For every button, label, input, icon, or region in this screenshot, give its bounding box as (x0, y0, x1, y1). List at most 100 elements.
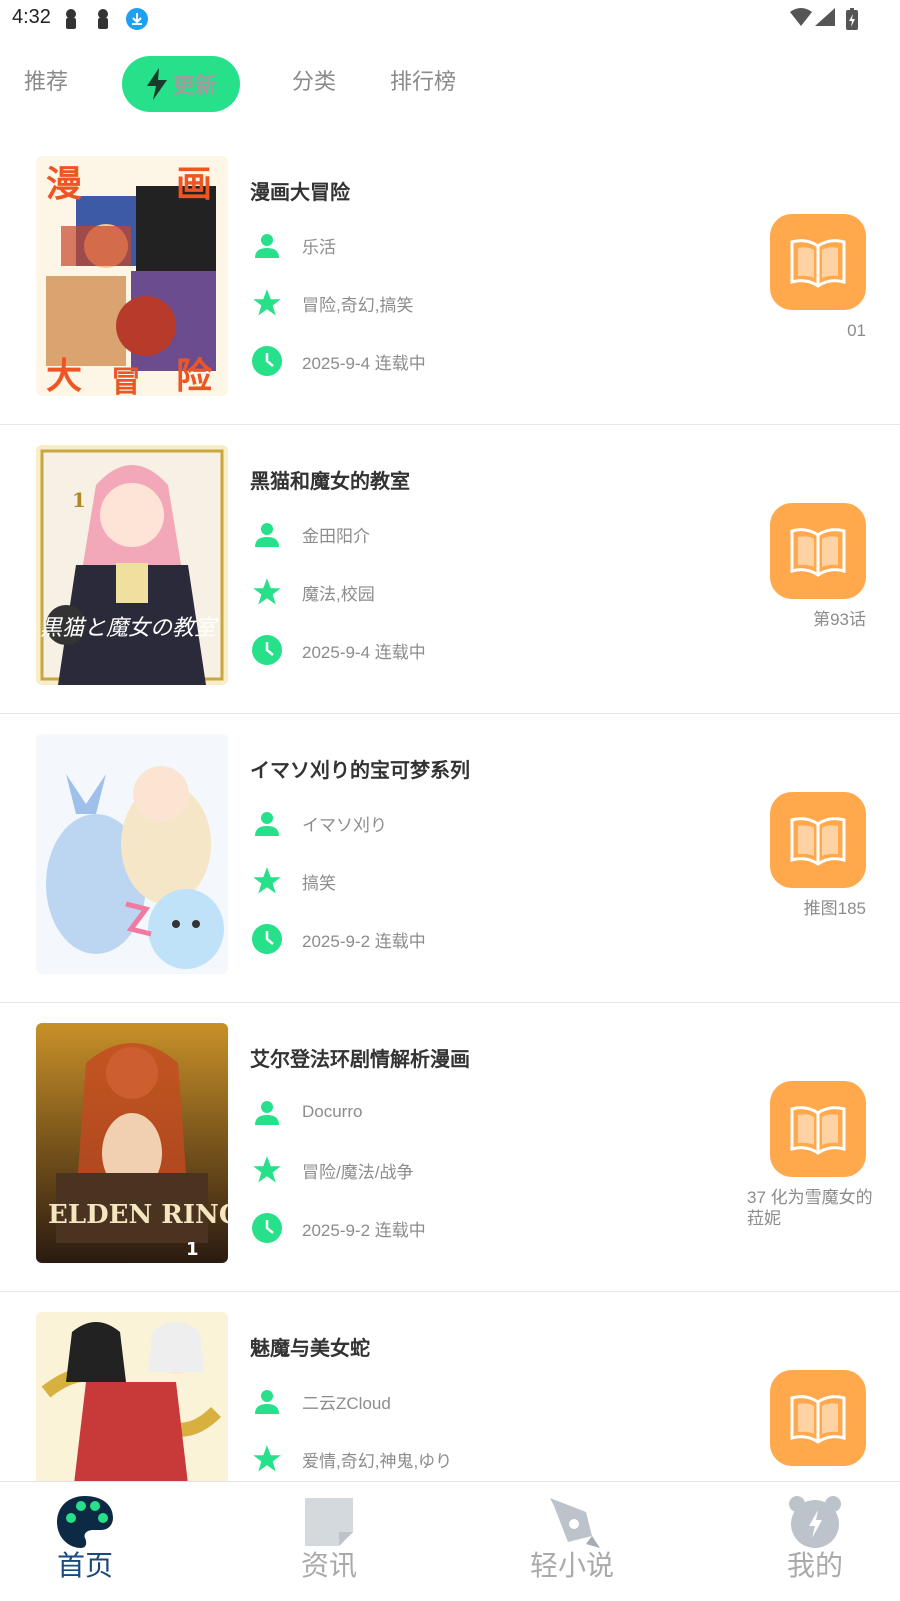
person-icon (250, 228, 284, 262)
svg-text:1: 1 (186, 1239, 199, 1260)
person-icon (250, 1384, 284, 1418)
palette-icon (57, 1496, 113, 1548)
tab-ranking[interactable]: 排行榜 (390, 64, 456, 96)
latest-chapter: 01 (847, 321, 866, 340)
status-bar: 4:32 (0, 0, 900, 38)
read-button[interactable] (770, 792, 866, 888)
date-row: 2025-9-2 连载中 (250, 922, 426, 956)
date-row: 2025-9-4 连载中 (250, 633, 426, 667)
author-name: イマソ刈り (302, 815, 387, 835)
nav-home-label: 首页 (56, 1550, 113, 1581)
star-icon (250, 575, 284, 609)
open-book-icon (790, 817, 846, 866)
comic-title[interactable]: 艾尔登法环剧情解析漫画 (250, 1043, 470, 1072)
tags-text: 爱情,奇幻,神鬼,ゆり (302, 1451, 453, 1471)
comic-cover[interactable]: 黒猫と魔女の教室 1 (36, 445, 228, 685)
nav-home[interactable]: 首页 (10, 1482, 160, 1601)
open-book-icon (790, 1395, 846, 1444)
svg-text:画: 画 (176, 164, 212, 205)
star-icon (250, 1153, 284, 1187)
list-item[interactable]: 黒猫と魔女の教室 1 黑猫和魔女的教室 金田阳介 魔法,校园 2025-9-4 … (0, 425, 900, 714)
wifi-icon (790, 8, 812, 26)
list-item[interactable]: イマソ刈り的宝可梦系列 イマソ刈り 搞笑 2025-9-2 连载中 推图185 (0, 714, 900, 1003)
person-icon (250, 806, 284, 840)
latest-chapter: 37 化为雪魔女的菈妮 (747, 1188, 873, 1228)
list-item[interactable]: ELDEN RING 1 艾尔登法环剧情解析漫画 Docurro 冒险/魔法/战… (0, 1003, 900, 1292)
author-row: 二云ZCloud (250, 1384, 391, 1418)
comic-cover[interactable]: 漫 画 大 冒 险 (36, 156, 228, 396)
clock-icon (250, 344, 284, 378)
open-book-icon (790, 528, 846, 577)
tags-text: 冒险,奇幻,搞笑 (302, 295, 414, 315)
tags-text: 搞笑 (302, 873, 336, 893)
clock-icon (250, 922, 284, 956)
open-book-icon (790, 1106, 846, 1155)
update-date: 2025-9-4 连载中 (302, 353, 426, 373)
svg-text:险: 险 (176, 356, 213, 396)
date-row: 2025-9-4 连载中 (250, 344, 426, 378)
latest-chapter: 第93话 (813, 610, 866, 629)
tags-text: 冒险/魔法/战争 (302, 1162, 414, 1182)
author-row: 金田阳介 (250, 517, 370, 551)
pen-nib-icon (550, 1498, 600, 1548)
clock-icon (250, 1211, 284, 1245)
tags-row: 冒险/魔法/战争 (250, 1153, 413, 1187)
svg-text:1: 1 (72, 488, 86, 512)
tags-row: 爱情,奇幻,神鬼,ゆり (250, 1442, 452, 1476)
author-row: 乐活 (250, 228, 336, 262)
comic-cover[interactable]: ELDEN RING 1 (36, 1023, 228, 1263)
svg-text:ELDEN RING: ELDEN RING (48, 1200, 228, 1230)
download-icon (126, 8, 148, 30)
tab-update-label: 更新 (172, 73, 217, 98)
update-date: 2025-9-2 连载中 (302, 931, 426, 951)
author-name: 乐活 (302, 237, 336, 257)
author-name: 金田阳介 (302, 526, 370, 546)
comic-cover[interactable] (36, 1312, 228, 1481)
comic-title[interactable]: 漫画大冒险 (250, 176, 350, 205)
nav-profile[interactable]: 我的 (740, 1482, 890, 1601)
tags-row: 搞笑 (250, 864, 336, 898)
nav-news[interactable]: 资讯 (254, 1482, 404, 1601)
svg-text:漫: 漫 (46, 164, 82, 205)
update-date: 2025-9-2 连载中 (302, 1220, 426, 1240)
top-tabs: 推荐 更新 分类 排行榜 (0, 50, 900, 120)
author-row: Docurro (250, 1095, 362, 1129)
tab-update[interactable]: 更新 (122, 56, 240, 112)
read-button[interactable] (770, 1081, 866, 1177)
nav-novel-label: 轻小说 (529, 1550, 614, 1581)
status-time: 4:32 (12, 6, 51, 28)
nav-profile-label: 我的 (786, 1550, 843, 1581)
nav-novel[interactable]: 轻小说 (497, 1482, 647, 1601)
tags-row: 魔法,校园 (250, 575, 375, 609)
tab-category[interactable]: 分类 (292, 64, 336, 96)
battery-icon (846, 8, 858, 30)
star-icon (250, 286, 284, 320)
person-icon (250, 517, 284, 551)
read-button[interactable] (770, 214, 866, 310)
comic-title[interactable]: イマソ刈り的宝可梦系列 (250, 754, 470, 783)
update-date: 2025-9-4 连载中 (302, 642, 426, 662)
list-item[interactable]: 魅魔与美女蛇 二云ZCloud 爱情,奇幻,神鬼,ゆり (0, 1292, 900, 1481)
read-button[interactable] (770, 503, 866, 599)
lightning-icon (146, 68, 167, 100)
tags-text: 魔法,校园 (302, 584, 375, 604)
author-name: Docurro (302, 1102, 363, 1121)
read-button[interactable] (770, 1370, 866, 1466)
list-item[interactable]: 漫 画 大 冒 险 漫画大冒险 乐活 冒险,奇幻,搞笑 2025-9-4 连载中… (0, 136, 900, 425)
note-icon (305, 1498, 353, 1546)
comic-title[interactable]: 魅魔与美女蛇 (250, 1332, 370, 1361)
bottom-navigation: 首页 资讯 轻小说 我的 (0, 1481, 900, 1601)
clock-icon (250, 633, 284, 667)
signal-icon (815, 8, 835, 26)
comic-title[interactable]: 黑猫和魔女的教室 (250, 465, 410, 494)
star-icon (250, 864, 284, 898)
svg-text:黒猫と魔女の教室: 黒猫と魔女の教室 (40, 616, 219, 641)
tags-row: 冒险,奇幻,搞笑 (250, 286, 413, 320)
svg-text:大: 大 (46, 356, 82, 396)
tab-recommend[interactable]: 推荐 (24, 64, 68, 96)
svg-text:冒: 冒 (111, 365, 141, 396)
author-name: 二云ZCloud (302, 1393, 391, 1413)
comic-cover[interactable] (36, 734, 228, 974)
latest-chapter: 推图185 (803, 899, 866, 918)
open-book-icon (790, 239, 846, 288)
